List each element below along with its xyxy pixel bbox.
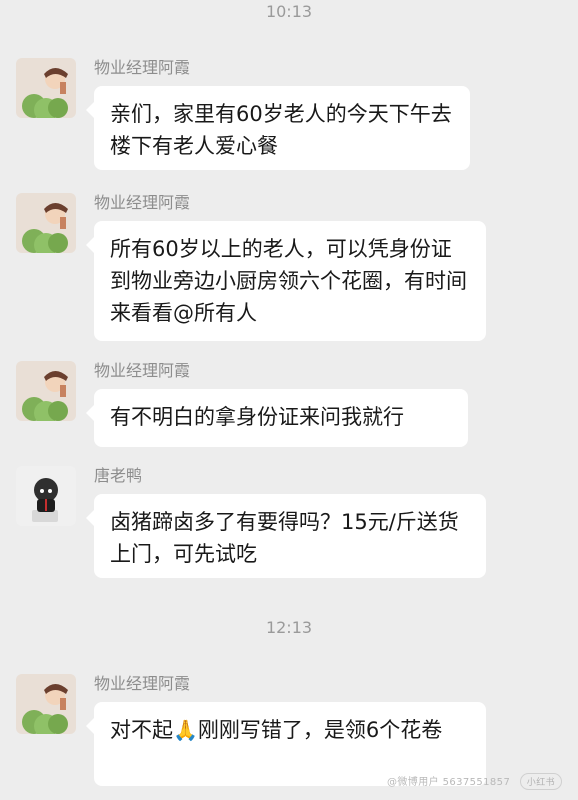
avatar-photo-icon	[16, 58, 76, 118]
message-text: 对不起	[110, 718, 173, 742]
sender-name: 物业经理阿霞	[94, 674, 191, 693]
sender-name: 物业经理阿霞	[94, 361, 191, 380]
sender-name: 物业经理阿霞	[94, 193, 191, 212]
sender-name: 物业经理阿霞	[94, 58, 191, 77]
watermark: @微博用户 5637551857 小红书	[387, 773, 562, 790]
avatar[interactable]	[16, 674, 76, 734]
message-item: 物业经理阿霞 有不明白的拿身份证来问我就行	[16, 361, 568, 451]
avatar-photo-icon	[16, 361, 76, 421]
avatar[interactable]	[16, 361, 76, 421]
message-item: 物业经理阿霞 亲们，家里有60岁老人的今天下午去楼下有老人爱心餐	[16, 58, 568, 178]
avatar-figurine-icon	[16, 466, 76, 526]
chat-screen: 10:13 物业经理阿霞 亲们，家里有60岁老人的今天下午去楼下有老人爱心餐 物…	[0, 0, 578, 800]
message-bubble[interactable]: 亲们，家里有60岁老人的今天下午去楼下有老人爱心餐	[86, 86, 470, 170]
message-bubble[interactable]: 有不明白的拿身份证来问我就行	[86, 389, 468, 447]
message-item: 物业经理阿霞 所有60岁以上的老人，可以凭身份证到物业旁边小厨房领六个花圈，有时…	[16, 193, 568, 343]
avatar[interactable]	[16, 193, 76, 253]
avatar[interactable]	[16, 58, 76, 118]
timestamp: 12:13	[265, 618, 313, 637]
message-text: 刚刚写错了，是领6个花卷	[197, 718, 443, 742]
watermark-tag: 小红书	[519, 773, 562, 790]
avatar-photo-icon	[16, 674, 76, 734]
avatar[interactable]	[16, 466, 76, 526]
message-bubble[interactable]: 卤猪蹄卤多了有要得吗？15元/斤送货上门，可先试吃	[86, 494, 486, 578]
sender-name: 唐老鸭	[94, 466, 143, 485]
message-bubble[interactable]: 所有60岁以上的老人，可以凭身份证到物业旁边小厨房领六个花圈，有时间来看看@所有…	[86, 221, 486, 341]
timestamp: 10:13	[265, 2, 313, 21]
watermark-text: @微博用户 5637551857	[387, 777, 511, 788]
pray-emoji-icon: 🙏	[173, 718, 198, 742]
message-item: 唐老鸭 卤猪蹄卤多了有要得吗？15元/斤送货上门，可先试吃	[16, 466, 568, 586]
avatar-photo-icon	[16, 193, 76, 253]
